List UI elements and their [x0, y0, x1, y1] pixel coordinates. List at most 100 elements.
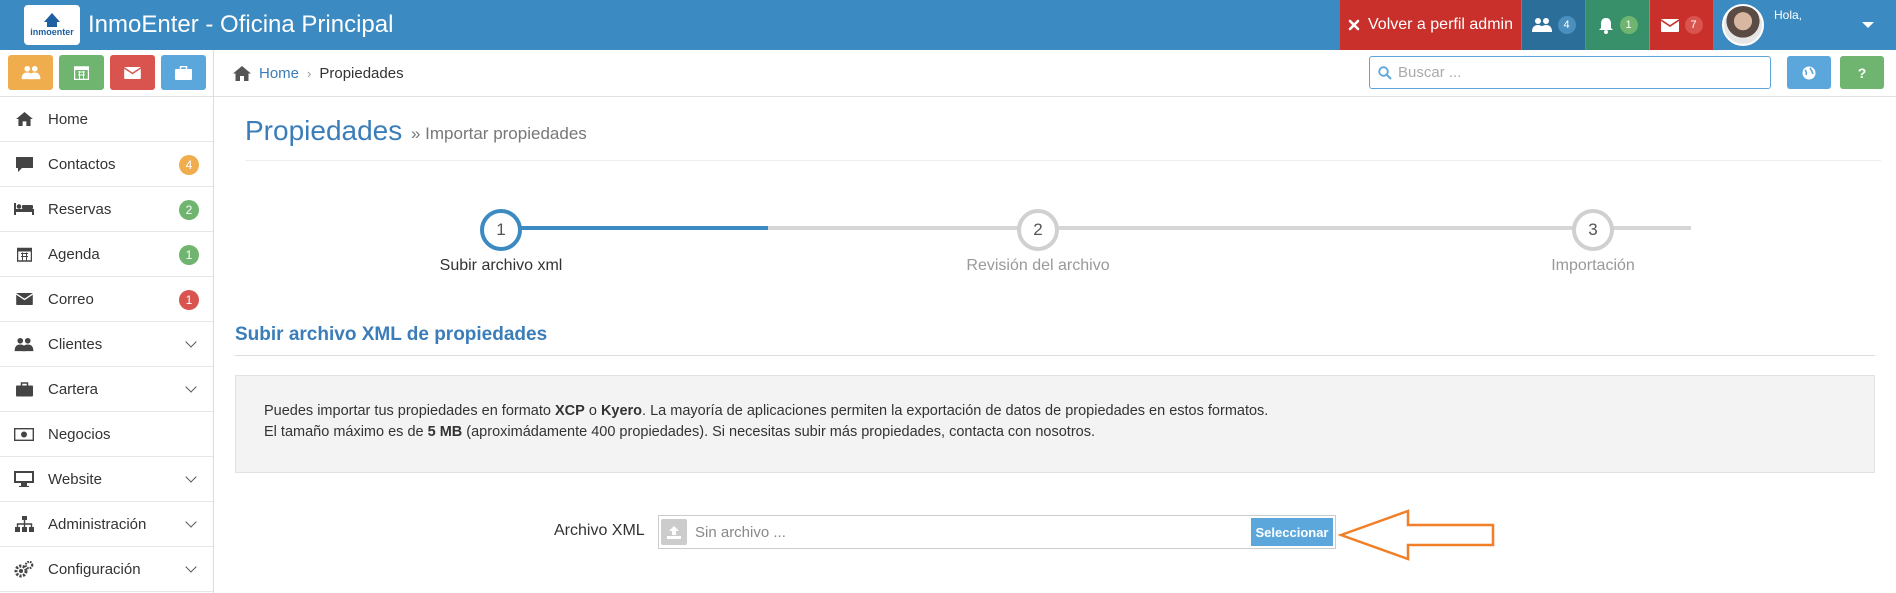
sidebar-item-label: Contactos	[48, 155, 116, 173]
chevron-down-icon	[185, 471, 197, 483]
envelope-icon	[124, 66, 141, 79]
wizard-step-number: 3	[1588, 220, 1598, 239]
info-text: Puedes importar tus propiedades en forma…	[264, 403, 555, 419]
chevron-down-icon	[185, 336, 197, 348]
search-icon	[1378, 65, 1392, 80]
wizard-step-number: 2	[1033, 220, 1043, 239]
breadcrumb-home-link[interactable]: Home	[259, 65, 299, 82]
sub-toolbar: Home › Propiedades Buscar ... ?	[0, 50, 1896, 97]
sidebar-item-label: Website	[48, 470, 102, 488]
contacts-badge: 4	[179, 155, 199, 175]
quick-portfolio-button[interactable]	[161, 55, 206, 90]
select-file-button[interactable]: Seleccionar	[1251, 518, 1333, 546]
cogs-icon	[14, 560, 34, 578]
sidebar-item-label: Correo	[48, 290, 94, 308]
breadcrumb: Home › Propiedades	[233, 50, 404, 97]
sidebar-item-configuracion[interactable]: Configuración	[0, 547, 213, 592]
help-button[interactable]: ?	[1840, 56, 1884, 89]
format-kyero: Kyero	[600, 403, 643, 419]
quick-mail-button[interactable]	[110, 55, 155, 90]
sidebar-item-contactos[interactable]: Contactos 4	[0, 142, 213, 187]
sidebar-item-clientes[interactable]: Clientes	[0, 322, 213, 367]
agenda-badge: 1	[179, 245, 199, 265]
avatar	[1722, 4, 1764, 46]
annotation-arrow-icon	[1338, 509, 1495, 561]
money-icon	[14, 425, 34, 443]
sidebar-item-website[interactable]: Website	[0, 457, 213, 502]
notifications-count-badge: 1	[1619, 16, 1638, 34]
divider	[235, 355, 1875, 356]
desktop-icon	[14, 470, 34, 488]
quick-calendar-button[interactable]	[59, 55, 104, 90]
mail-badge: 1	[179, 290, 199, 310]
chevron-down-icon	[185, 561, 197, 573]
sidebar-item-label: Configuración	[48, 560, 141, 578]
info-line-1: Puedes importar tus propiedades en forma…	[264, 401, 1846, 422]
sidebar-item-administracion[interactable]: Administración	[0, 502, 213, 547]
messages-button[interactable]: 7	[1650, 0, 1714, 50]
max-size: 5 MB	[427, 424, 463, 440]
divider	[245, 160, 1881, 161]
users-icon	[1531, 18, 1552, 32]
wizard-step-1-label: Subir archivo xml	[439, 257, 563, 274]
quick-actions	[0, 50, 214, 97]
sidebar-item-agenda[interactable]: Agenda 1	[0, 232, 213, 277]
sidebar: Home Contactos 4 Reservas 2 Agenda 1 Cor…	[0, 97, 214, 593]
user-greeting: Hola,	[1774, 8, 1803, 22]
chevron-down-icon	[1862, 22, 1874, 28]
sidebar-item-label: Agenda	[48, 245, 100, 263]
sidebar-item-label: Administración	[48, 515, 147, 533]
sidebar-item-cartera[interactable]: Cartera	[0, 367, 213, 412]
briefcase-icon	[175, 65, 192, 80]
wizard-progress-pending	[768, 226, 1691, 230]
back-to-admin-label: Volver a perfil admin	[1368, 16, 1513, 33]
calendar-icon	[74, 66, 89, 80]
sidebar-item-home[interactable]: Home	[0, 97, 213, 142]
language-button[interactable]	[1787, 56, 1831, 89]
calendar-icon	[14, 245, 34, 263]
envelope-icon	[1660, 18, 1679, 32]
sidebar-item-label: Reservas	[48, 200, 112, 218]
user-menu[interactable]: Hola,	[1714, 0, 1896, 50]
sidebar-item-reservas[interactable]: Reservas 2	[0, 187, 213, 232]
briefcase-icon	[14, 380, 34, 398]
upload-icon	[661, 519, 687, 545]
sidebar-item-negocios[interactable]: Negocios	[0, 412, 213, 457]
reservations-badge: 2	[179, 200, 199, 220]
help-label: ?	[1857, 64, 1867, 81]
search-placeholder: Buscar ...	[1398, 64, 1462, 81]
wizard-step-1-circle[interactable]: 1	[480, 209, 522, 251]
bed-icon	[14, 200, 34, 218]
bell-icon	[1598, 17, 1613, 34]
wizard-step-2-label: Revisión del archivo	[966, 257, 1110, 274]
users-icon	[14, 335, 34, 353]
messages-count-badge: 7	[1684, 16, 1703, 34]
page-subtitle: » Importar propiedades	[411, 124, 587, 143]
home-icon	[14, 110, 34, 128]
chevron-down-icon	[185, 516, 197, 528]
users-button[interactable]: 4	[1522, 0, 1586, 50]
format-xcp: XCP	[554, 403, 585, 419]
breadcrumb-current: Propiedades	[319, 65, 404, 82]
quick-contacts-button[interactable]	[8, 55, 53, 90]
wizard-progress-complete	[500, 226, 768, 230]
xml-file-input[interactable]: Sin archivo ... Seleccionar	[658, 515, 1336, 549]
wizard-step-3-circle: 3	[1572, 209, 1614, 251]
comment-icon	[14, 155, 34, 173]
house-logo-mark	[41, 13, 63, 27]
file-field-label: Archivo XML	[554, 522, 645, 539]
info-text: (aproximádamente 400 propiedades). Si ne…	[462, 424, 1095, 440]
sidebar-item-correo[interactable]: Correo 1	[0, 277, 213, 322]
app-logo[interactable]: inmoenter	[24, 5, 80, 45]
search-input[interactable]: Buscar ...	[1369, 56, 1771, 89]
page-title: Propiedades	[245, 115, 403, 146]
top-navbar: inmoenter InmoEnter - Oficina Principal …	[0, 0, 1896, 50]
sidebar-item-label: Home	[48, 110, 89, 128]
notifications-button[interactable]: 1	[1586, 0, 1650, 50]
info-panel: Puedes importar tus propiedades en forma…	[235, 375, 1875, 473]
close-icon	[1348, 19, 1360, 31]
users-count-badge: 4	[1557, 16, 1576, 34]
breadcrumb-separator: ›	[307, 66, 312, 81]
back-to-admin-button[interactable]: Volver a perfil admin	[1340, 0, 1522, 50]
logo-wordmark: inmoenter	[30, 27, 74, 37]
